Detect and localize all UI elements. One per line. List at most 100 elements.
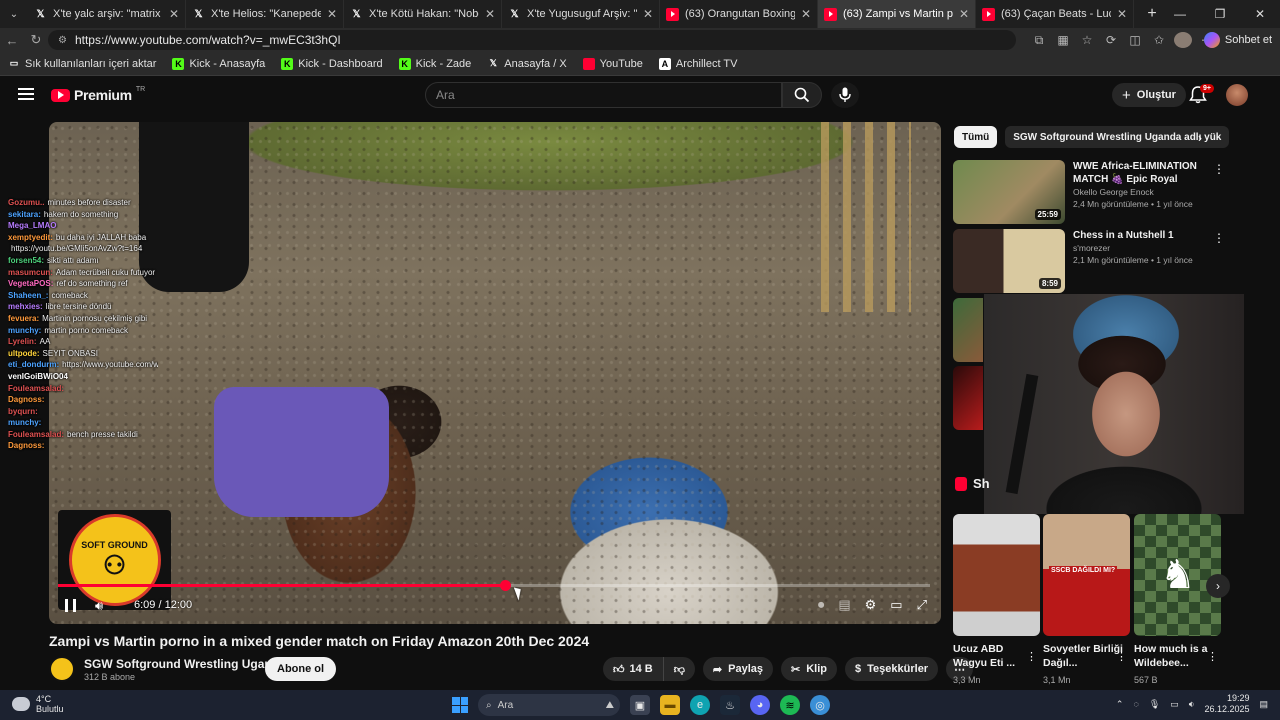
- edge-browser-icon[interactable]: e: [690, 695, 710, 715]
- more-vertical-icon[interactable]: ⋮: [1213, 162, 1225, 176]
- favorite-star-icon[interactable]: ☆: [1078, 33, 1096, 47]
- back-icon[interactable]: ←: [0, 33, 24, 48]
- tray-app-icon[interactable]: ◌: [1133, 699, 1138, 709]
- favorites-icon[interactable]: ✩: [1150, 33, 1168, 47]
- split-screen-icon[interactable]: ◫: [1126, 33, 1144, 47]
- chevron-up-icon[interactable]: ⌃: [1116, 699, 1124, 710]
- short-title[interactable]: How much is a Wildebee...: [1134, 642, 1216, 670]
- short-title[interactable]: Sovyetler Birliği Dağıl...: [1043, 642, 1125, 670]
- browser-tab[interactable]: (63) Orangutan Boxing - YouTube ✕: [660, 0, 818, 28]
- like-button[interactable]: 👍︎ 14 B: [603, 657, 663, 681]
- youtube-logo[interactable]: Premium TR: [51, 86, 145, 103]
- bookmark-item[interactable]: A Archillect TV: [651, 57, 746, 70]
- profile-avatar[interactable]: [1174, 32, 1192, 48]
- seek-bar[interactable]: [58, 580, 930, 591]
- discord-icon[interactable]: ◕: [750, 695, 770, 715]
- copilot-chat-button[interactable]: Sohbet et: [1203, 30, 1272, 50]
- steam-icon[interactable]: ♨: [720, 695, 740, 715]
- share-button[interactable]: ➦ Paylaş: [702, 657, 774, 681]
- menu-icon[interactable]: [18, 88, 34, 100]
- theater-mode-icon[interactable]: ▭: [890, 597, 902, 613]
- browser-tab[interactable]: 𝕏 X'te Kötü Hakan: "Nobel verilmeli ✕: [344, 0, 502, 28]
- recommendation-thumbnail[interactable]: [953, 298, 983, 362]
- more-vertical-icon[interactable]: ⋮: [1207, 650, 1218, 663]
- create-button[interactable]: + Oluştur: [1112, 83, 1186, 107]
- browser-tab[interactable]: (63) Çaçan Beats - Lucifer | Officia ✕: [976, 0, 1134, 28]
- tab-actions-menu-icon[interactable]: ⌄: [0, 0, 28, 28]
- clip-button[interactable]: ✂ Klip: [781, 657, 838, 681]
- captions-icon[interactable]: ▤: [838, 597, 850, 613]
- spotify-icon[interactable]: ≋: [780, 695, 800, 715]
- reload-icon[interactable]: ↻: [24, 32, 48, 48]
- channel-avatar[interactable]: [49, 656, 75, 682]
- browser-tab[interactable]: 𝕏 X'te yalc arşiv: "matrix - neden bay ✕: [28, 0, 186, 28]
- clock[interactable]: 19:29 26.12.2025: [1204, 693, 1249, 715]
- volume-icon[interactable]: 🔊︎: [95, 598, 103, 614]
- thanks-button[interactable]: $ Teşekkürler: [845, 657, 939, 681]
- recommendation-item[interactable]: 8:59 Chess in a Nutshell 1 s'morezer 2,1 Mn…: [953, 229, 1225, 293]
- autoplay-toggle-icon[interactable]: ⏺: [818, 597, 825, 613]
- close-window-icon[interactable]: ✕: [1240, 0, 1280, 28]
- recommendation-thumbnail[interactable]: 25:59: [953, 160, 1065, 224]
- short-thumbnail[interactable]: ♞: [1134, 514, 1221, 636]
- app-icon[interactable]: ◎: [810, 695, 830, 715]
- bookmark-item[interactable]: YouTube: [575, 57, 651, 70]
- browser-tab[interactable]: 𝕏 X'te Yugusuguf Arşiv: "donald trum ✕: [502, 0, 660, 28]
- chips-next-icon[interactable]: ›: [1198, 131, 1202, 145]
- file-explorer-icon[interactable]: ▬: [660, 695, 680, 715]
- browser-tab[interactable]: (63) Zampi vs Martin porno in ✕: [818, 0, 976, 28]
- shorts-next-button[interactable]: ›: [1206, 574, 1230, 598]
- tab-close-icon[interactable]: ✕: [1117, 7, 1127, 21]
- notification-center-icon[interactable]: ▤: [1259, 699, 1268, 710]
- short-thumbnail[interactable]: SSCB DAĞILDI MI?: [1043, 514, 1130, 636]
- more-vertical-icon[interactable]: ⋮: [1116, 650, 1127, 663]
- tray-mic-icon[interactable]: 🎙︎: [1149, 699, 1160, 710]
- tab-close-icon[interactable]: ✕: [485, 7, 495, 21]
- bookmark-item[interactable]: K Kick - Anasayfa: [164, 57, 273, 70]
- volume-tray-icon[interactable]: 🔉︎: [1189, 699, 1195, 710]
- weather-widget[interactable]: 4°C Bulutlu: [12, 694, 64, 714]
- dislike-button[interactable]: 👎︎: [662, 657, 695, 681]
- search-input[interactable]: Ara: [425, 82, 782, 108]
- seek-bar-handle[interactable]: [499, 580, 511, 591]
- tab-close-icon[interactable]: ✕: [169, 7, 179, 21]
- more-vertical-icon[interactable]: ⋮: [1213, 231, 1225, 245]
- search-button[interactable]: [782, 82, 822, 108]
- network-icon[interactable]: ▭: [1170, 699, 1179, 710]
- apps-icon[interactable]: ▦: [1054, 33, 1072, 47]
- tab-close-icon[interactable]: ✕: [327, 7, 337, 21]
- short-thumbnail[interactable]: [953, 514, 1040, 636]
- translate-icon[interactable]: ⧉: [1030, 33, 1048, 48]
- filter-chip[interactable]: Tümü: [954, 126, 998, 148]
- settings-gear-icon[interactable]: ⚙: [865, 597, 877, 613]
- video-player[interactable]: [49, 122, 941, 624]
- pause-icon[interactable]: [65, 599, 76, 612]
- subscribe-button[interactable]: Abone ol: [265, 657, 337, 681]
- recommendation-thumbnail[interactable]: 8:59: [953, 229, 1065, 293]
- tab-close-icon[interactable]: ✕: [643, 7, 653, 21]
- url-field[interactable]: ⚙ https://www.youtube.com/watch?v=_mwEC3…: [48, 30, 1016, 50]
- bookmark-item[interactable]: ▭ Sık kullanılanları içeri aktar: [0, 58, 164, 70]
- taskbar-search[interactable]: ⌕ Ara ⛰: [478, 694, 620, 716]
- task-view-icon[interactable]: ▣: [630, 695, 650, 715]
- short-title[interactable]: Ucuz ABD Wagyu Eti ...: [953, 642, 1035, 670]
- bookmark-item[interactable]: K Kick - Zade: [391, 57, 480, 70]
- bookmark-item[interactable]: 𝕏 Anasayfa / X: [479, 58, 574, 70]
- maximize-icon[interactable]: ❐: [1200, 0, 1240, 28]
- minimize-icon[interactable]: —: [1160, 0, 1200, 28]
- user-avatar[interactable]: [1226, 84, 1248, 106]
- filter-chip[interactable]: SGW Softground Wrestling Uganda adlı yük: [1005, 126, 1230, 148]
- more-vertical-icon[interactable]: ⋮: [1026, 650, 1037, 663]
- site-info-icon[interactable]: ⚙: [58, 35, 67, 46]
- recommendation-thumbnail[interactable]: [953, 366, 983, 430]
- voice-search-button[interactable]: [831, 82, 859, 108]
- fullscreen-icon[interactable]: ⤢: [917, 597, 927, 613]
- channel-name[interactable]: SGW Softground Wrestling Uganda: [84, 657, 286, 671]
- extensions-icon[interactable]: ⟳: [1102, 33, 1120, 47]
- windows-start-icon[interactable]: [452, 697, 468, 713]
- recommendation-item[interactable]: 25:59 WWE Africa-ELIMINATION MATCH 🍇 Epic…: [953, 160, 1225, 224]
- tab-close-icon[interactable]: ✕: [959, 7, 969, 21]
- tab-close-icon[interactable]: ✕: [801, 7, 811, 21]
- bookmark-item[interactable]: K Kick - Dashboard: [273, 57, 390, 70]
- browser-tab[interactable]: 𝕏 X'te Helios: "Kanepede sızıp kalınca ✕: [186, 0, 344, 28]
